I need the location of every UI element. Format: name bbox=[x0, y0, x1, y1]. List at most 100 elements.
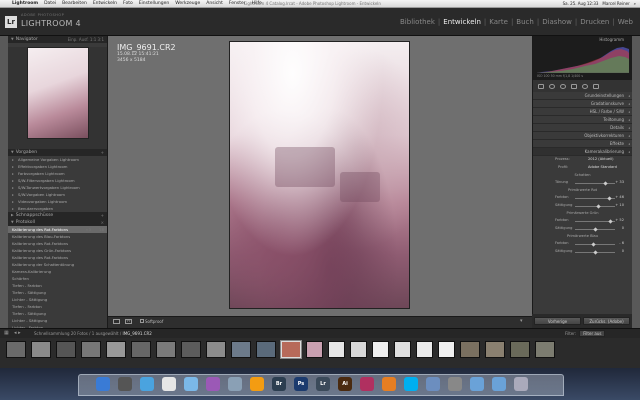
photoshop-icon[interactable]: Ps bbox=[294, 377, 308, 391]
history-step[interactable]: Tiefen - Farbton bbox=[8, 282, 107, 289]
mail-icon[interactable] bbox=[184, 377, 198, 391]
history-step[interactable]: Tiefen - Sättigung bbox=[8, 310, 107, 317]
loupe-view-icon[interactable] bbox=[113, 319, 120, 324]
filmstrip-thumbnail[interactable] bbox=[280, 340, 302, 359]
section-header[interactable]: Objektivkorrekturen bbox=[533, 132, 632, 140]
spotlight-icon[interactable]: ⌕ bbox=[634, 1, 636, 6]
navigator-header[interactable]: ▼ Navigator Einp. Ausf. 1:1 3:1 bbox=[8, 36, 107, 43]
profile-value[interactable]: Adobe Standard bbox=[588, 165, 617, 169]
preset-folder[interactable]: S/W-Tonwertvorgaben Lightroom bbox=[8, 184, 107, 191]
clear-history-icon[interactable]: × bbox=[101, 219, 104, 226]
slider-value[interactable]: + 52 bbox=[615, 218, 624, 222]
history-step[interactable]: Tiefen - Farbton bbox=[8, 303, 107, 310]
firefox-icon[interactable] bbox=[382, 377, 396, 391]
menu-entwickeln[interactable]: Entwickeln bbox=[90, 1, 120, 6]
slider-track[interactable] bbox=[575, 219, 615, 224]
filmstrip-thumbnail[interactable] bbox=[181, 341, 201, 358]
filmstrip-thumbnail[interactable] bbox=[510, 341, 530, 358]
section-header[interactable]: Effekte bbox=[533, 140, 632, 148]
preset-folder[interactable]: Allgemeine Vorgaben Lightroom bbox=[8, 156, 107, 163]
section-header[interactable]: Details bbox=[533, 124, 632, 132]
filter-select[interactable]: Filter aus bbox=[579, 330, 606, 337]
history-step[interactable]: Kalibrierung des Rot-Farbtons bbox=[8, 240, 107, 247]
slider-knob[interactable] bbox=[590, 242, 596, 247]
slider-knob[interactable] bbox=[592, 250, 598, 255]
history-step[interactable]: Kamera-Kalibrierung bbox=[8, 268, 107, 275]
iphoto-icon[interactable] bbox=[228, 377, 242, 391]
slider-value[interactable]: 0 bbox=[622, 249, 624, 253]
preset-folder[interactable]: Videovorgaben Lightroom bbox=[8, 198, 107, 205]
section-header[interactable]: Grundeinstellungen bbox=[533, 92, 632, 100]
slider-value[interactable]: + 46 bbox=[615, 195, 624, 199]
module-diashow[interactable]: Diashow bbox=[539, 18, 575, 26]
slider-value[interactable]: + 33 bbox=[615, 180, 624, 184]
graduated-filter-icon[interactable] bbox=[571, 83, 577, 89]
menu-datei[interactable]: Datei bbox=[41, 1, 59, 6]
filmstrip-thumbnail[interactable] bbox=[460, 341, 480, 358]
filmstrip-thumbnail[interactable] bbox=[372, 341, 389, 358]
history-step[interactable]: Lichter - Sättigung bbox=[8, 296, 107, 303]
folder-icon[interactable] bbox=[492, 377, 506, 391]
snapshots-header[interactable]: ▶ Schnappschüsse + bbox=[8, 212, 107, 219]
slider-knob[interactable] bbox=[602, 181, 608, 186]
filmstrip-thumbnail[interactable] bbox=[394, 341, 411, 358]
preset-folder[interactable]: Benutzervorgaben bbox=[8, 205, 107, 212]
module-drucken[interactable]: Drucken bbox=[577, 18, 612, 26]
preset-folder[interactable]: S/W-Vorgaben Lightroom bbox=[8, 191, 107, 198]
add-preset-icon[interactable]: + bbox=[101, 149, 104, 156]
menu-lightroom[interactable]: Lightroom bbox=[9, 1, 41, 6]
slider-row[interactable]: Farbton + 46 bbox=[533, 194, 632, 202]
zoom-modes[interactable]: Einp. Ausf. 1:1 3:1 bbox=[68, 36, 104, 43]
lightroom-icon[interactable]: Lr bbox=[316, 377, 330, 391]
clock[interactable]: Sa. 25. Aug 12:33 bbox=[563, 1, 599, 6]
slider-value[interactable]: + 10 bbox=[615, 203, 624, 207]
profile-row[interactable]: Profil: Adobe Standard bbox=[533, 164, 632, 172]
bridge-icon[interactable]: Br bbox=[272, 377, 286, 391]
filmstrip-source[interactable]: Schnellsammlung 20 Fotos / 1 ausgewählt … bbox=[34, 331, 152, 336]
filmstrip-thumbnail[interactable] bbox=[416, 341, 433, 358]
slider-track[interactable] bbox=[575, 204, 615, 209]
user-name[interactable]: Marcel Reiner bbox=[602, 1, 629, 6]
back-forward-icon[interactable]: ◂ ▸ bbox=[14, 330, 21, 336]
slider-track[interactable] bbox=[575, 250, 615, 255]
skype-icon[interactable] bbox=[404, 377, 418, 391]
module-web[interactable]: Web bbox=[615, 18, 636, 26]
reset-button[interactable]: Zurücks. (Adobe) bbox=[583, 317, 630, 325]
preset-folder[interactable]: Effektvorgaben Lightroom bbox=[8, 163, 107, 170]
history-step[interactable]: Kalibrierung des Grün-Farbtons bbox=[8, 247, 107, 254]
launchpad-icon[interactable] bbox=[118, 377, 132, 391]
process-row[interactable]: Prozess: 2012 (Aktuell) bbox=[533, 156, 632, 164]
slider-track[interactable] bbox=[575, 181, 615, 186]
preset-folder[interactable]: Farbvorgaben Lightroom bbox=[8, 170, 107, 177]
slider-row[interactable]: Sättigung 0 bbox=[533, 225, 632, 233]
slider-track[interactable] bbox=[575, 242, 615, 247]
slider-row[interactable]: Sättigung + 10 bbox=[533, 202, 632, 210]
finder-icon[interactable] bbox=[96, 377, 110, 391]
history-step[interactable]: Kalibrierung des Rot-Farbtons +3 18 bbox=[8, 226, 107, 233]
folder-icon[interactable] bbox=[470, 377, 484, 391]
section-header[interactable]: Kamerakalibrierung bbox=[533, 148, 632, 156]
toolbar-menu-icon[interactable]: ▾ bbox=[520, 318, 523, 324]
filmstrip-thumbnail[interactable] bbox=[485, 341, 505, 358]
system-preferences-icon[interactable] bbox=[448, 377, 462, 391]
module-karte[interactable]: Karte bbox=[486, 18, 511, 26]
filmstrip-thumbnail[interactable] bbox=[328, 341, 345, 358]
filmstrip-thumbnail[interactable] bbox=[131, 341, 151, 358]
filmstrip-thumbnail[interactable] bbox=[231, 341, 251, 358]
vlc-icon[interactable] bbox=[250, 377, 264, 391]
softproof-checkbox[interactable] bbox=[140, 319, 144, 323]
history-step[interactable]: Schärfen bbox=[8, 275, 107, 282]
itunes-icon[interactable] bbox=[206, 377, 220, 391]
filmstrip-thumbnail[interactable] bbox=[81, 341, 101, 358]
histogram[interactable]: Histogramm ISO 100 50 mm f/1,8 1/400 s bbox=[533, 36, 632, 80]
presets-header[interactable]: ▼ Vorgaben + bbox=[8, 149, 107, 156]
calendar-icon[interactable] bbox=[162, 377, 176, 391]
history-step[interactable]: Lichter - Sättigung bbox=[8, 317, 107, 324]
preset-folder[interactable]: S/W-Filtervorgaben Lightroom bbox=[8, 177, 107, 184]
filmstrip-thumbnail[interactable] bbox=[56, 341, 76, 358]
history-step[interactable]: Kalibrierung des Blau-Farbtons bbox=[8, 233, 107, 240]
history-step[interactable]: Kalibrierung der Schattentönung bbox=[8, 261, 107, 268]
slider-track[interactable] bbox=[575, 196, 615, 201]
module-buch[interactable]: Buch bbox=[513, 18, 537, 26]
process-value[interactable]: 2012 (Aktuell) bbox=[588, 157, 614, 161]
